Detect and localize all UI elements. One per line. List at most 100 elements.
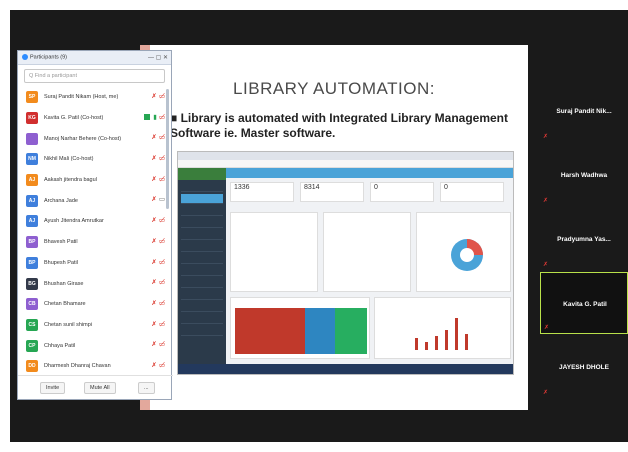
mic-off-icon: ✗ [543, 134, 549, 140]
shared-slide: LIBRARY AUTOMATION: ■ Library is automat… [140, 45, 528, 410]
mic-off-icon[interactable]: ✗ [151, 176, 156, 183]
camera-off-icon[interactable]: ▭̸ [159, 217, 165, 224]
participant-row[interactable]: AJ Archana Jade ✗ ▭ [18, 190, 173, 211]
camera-off-icon[interactable]: ▭̸ [159, 300, 165, 307]
participant-row[interactable]: BP Bhavesh Patil ✗ ▭̸ [18, 232, 173, 253]
scrollbar[interactable] [166, 89, 169, 209]
camera-off-icon[interactable]: ▭̸ [159, 341, 165, 348]
participant-name: Chetan sunil shimpi [44, 321, 92, 328]
share-screen-icon [144, 113, 151, 120]
service-panel [323, 212, 411, 292]
participant-name: Suraj Pandit Nikam (Host, me) [44, 94, 119, 101]
mic-off-icon[interactable]: ✗ [151, 93, 156, 100]
participant-row[interactable]: AJ Ayush Jitendra Amrutkar ✗ ▭̸ [18, 211, 173, 232]
video-tile-name: Pradyumna Yas... [557, 236, 611, 243]
more-button[interactable]: ... [138, 382, 155, 394]
mute-all-button[interactable]: Mute All [84, 382, 116, 394]
avatar [26, 132, 38, 145]
mic-off-icon[interactable]: ✗ [151, 217, 156, 224]
avatar: BP [26, 236, 38, 249]
participant-status-icons: ✗ ▭̸ [151, 279, 165, 287]
transactions-panel [374, 297, 511, 359]
participant-row[interactable]: BG Bhushan Girase ✗ ▭̸ [18, 273, 173, 294]
avatar: AJ [26, 194, 38, 207]
participants-titlebar: Participants (9) — ▢ ✕ [18, 51, 171, 65]
bar-chart-icon [415, 318, 468, 350]
camera-off-icon[interactable]: ▭̸ [159, 362, 165, 369]
camera-off-icon[interactable]: ▭̸ [159, 155, 165, 162]
avatar: SP [26, 91, 38, 104]
mic-off-icon: ✗ [543, 390, 549, 396]
camera-off-icon[interactable]: ▭̸ [159, 93, 165, 100]
avatar: BG [26, 277, 38, 290]
video-tile[interactable]: Kavita G. Patil ✗ [540, 272, 628, 334]
mic-off-icon[interactable]: ✗ [151, 238, 156, 245]
participant-status-icons: ✗ ▭̸ [151, 155, 165, 163]
video-tile[interactable]: Suraj Pandit Nik... ✗ [540, 80, 628, 142]
camera-off-icon[interactable]: ▭̸ [159, 114, 165, 121]
participant-row[interactable]: NM Nikhil Mali (Co-host) ✗ ▭̸ [18, 149, 173, 170]
mic-off-icon[interactable]: ✗ [151, 134, 156, 141]
camera-off-icon[interactable]: ▭̸ [159, 321, 165, 328]
participant-row[interactable]: AJ Aakash jitendra bagul ✗ ▭̸ [18, 170, 173, 191]
participant-status-icons: ▮ ▭̸ [144, 114, 165, 122]
video-tile[interactable]: JAYESH DHOLE ✗ [540, 336, 628, 398]
app-topband [226, 168, 513, 178]
participant-name: Chhaya Patil [44, 342, 76, 349]
participant-status-icons: ✗ ▭̸ [151, 321, 165, 329]
avatar: DD [26, 360, 38, 373]
participant-name: Dharmesh Dhanraj Chavan [44, 363, 111, 370]
camera-off-icon[interactable]: ▭̸ [159, 259, 165, 266]
avatar: NM [26, 153, 38, 166]
avatar: AJ [26, 215, 38, 228]
camera-off-icon[interactable]: ▭̸ [159, 238, 165, 245]
participant-status-icons: ✗ ▭ [151, 196, 165, 204]
avatar: CS [26, 318, 38, 331]
video-tile-name: JAYESH DHOLE [559, 364, 609, 371]
window-controls[interactable]: — ▢ ✕ [148, 54, 168, 61]
invite-button[interactable]: Invite [40, 382, 66, 394]
mic-on-icon[interactable]: ▮ [153, 114, 157, 121]
participant-row[interactable]: CS Chetan sunil shimpi ✗ ▭̸ [18, 315, 173, 336]
mic-off-icon[interactable]: ✗ [151, 259, 156, 266]
camera-off-icon[interactable]: ▭̸ [159, 134, 165, 141]
mic-off-icon[interactable]: ✗ [151, 341, 156, 348]
participant-name: Manoj Narhar Behere (Co-host) [44, 135, 122, 142]
participant-row[interactable]: CB Chetan Bhamare ✗ ▭̸ [18, 294, 173, 315]
video-tile[interactable]: Pradyumna Yas... ✗ [540, 208, 628, 270]
video-tile-name: Kavita G. Patil [563, 301, 607, 308]
camera-on-icon[interactable]: ▭ [159, 196, 165, 203]
participant-status-icons: ✗ ▭̸ [151, 217, 165, 225]
mic-off-icon[interactable]: ✗ [151, 279, 156, 286]
mic-off-icon[interactable]: ✗ [151, 155, 156, 162]
participant-row[interactable]: SP Suraj Pandit Nikam (Host, me) ✗ ▭̸ [18, 87, 173, 108]
video-tile[interactable]: Harsh Wadhwa ✗ [540, 144, 628, 206]
mic-off-icon[interactable]: ✗ [151, 196, 156, 203]
camera-off-icon[interactable]: ▭̸ [159, 176, 165, 183]
participant-row[interactable]: CP Chhaya Patil ✗ ▭̸ [18, 335, 173, 356]
video-tile-name: Suraj Pandit Nik... [556, 108, 612, 115]
participant-row[interactable]: Manoj Narhar Behere (Co-host) ✗ ▭̸ [18, 128, 173, 149]
mic-off-icon: ✗ [543, 262, 549, 268]
participant-row[interactable]: BP Bhupesh Patil ✗ ▭̸ [18, 253, 173, 274]
participant-name: Bhushan Girase [44, 280, 84, 287]
mic-off-icon[interactable]: ✗ [151, 300, 156, 307]
participant-name: Nikhil Mali (Co-host) [44, 156, 94, 163]
participant-row[interactable]: KG Kavita G. Patil (Co-host) ▮ ▭̸ [18, 108, 173, 129]
participant-status-icons: ✗ ▭̸ [151, 259, 165, 267]
participant-name: Chetan Bhamare [44, 301, 86, 308]
mic-off-icon: ✗ [544, 325, 550, 331]
institute-panel [230, 212, 318, 292]
app-sidebar [178, 168, 226, 364]
camera-off-icon[interactable]: ▭̸ [159, 279, 165, 286]
participants-footer: Invite Mute All ... [18, 375, 173, 399]
participant-search-input[interactable]: Q Find a participant [24, 69, 165, 83]
participant-status-icons: ✗ ▭̸ [151, 341, 165, 349]
mic-off-icon[interactable]: ✗ [151, 362, 156, 369]
participant-status-icons: ✗ ▭̸ [151, 134, 165, 142]
mic-off-icon: ✗ [543, 198, 549, 204]
slide-title: LIBRARY AUTOMATION: [233, 79, 435, 98]
participant-row[interactable]: DD Dharmesh Dhanraj Chavan ✗ ▭̸ [18, 356, 173, 377]
mic-off-icon[interactable]: ✗ [151, 321, 156, 328]
participant-name: Bhupesh Patil [44, 259, 78, 266]
